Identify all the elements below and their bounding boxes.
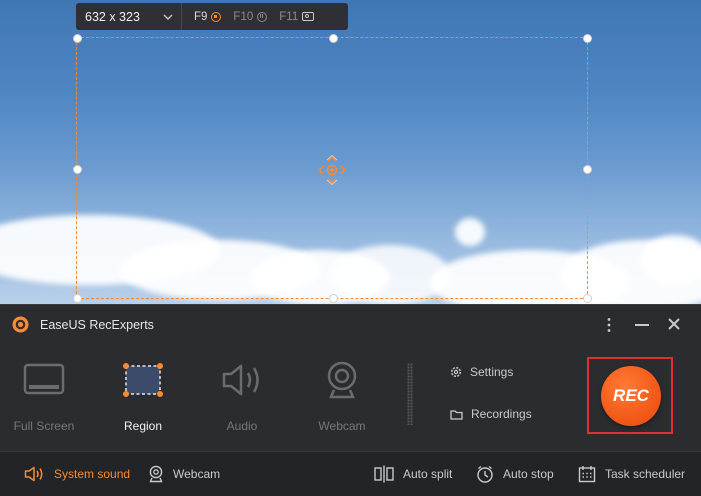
region-select-icon (123, 363, 163, 397)
close-icon[interactable] (668, 318, 680, 330)
auto-split-button[interactable]: Auto split (374, 452, 452, 496)
hotkey-label: F11 (279, 10, 299, 23)
settings-link[interactable]: Settings (450, 365, 513, 379)
panel-divider (407, 363, 413, 425)
rec-highlight-frame: REC (587, 357, 673, 434)
screenshot-hotkey[interactable]: F11 (279, 10, 315, 23)
settings-label: Settings (470, 365, 514, 379)
recorder-panel: EaseUS RecExperts Full Screen Region Aud… (0, 304, 701, 452)
mode-label: Full Screen (13, 419, 75, 433)
resize-handle-bottom[interactable] (329, 294, 338, 303)
rec-label: REC (613, 386, 649, 405)
mode-audio[interactable]: Audio (202, 357, 282, 433)
hotkey-label: F10 (233, 10, 254, 23)
mode-label: Audio (226, 419, 258, 433)
mode-webcam[interactable]: Webcam (302, 357, 382, 433)
resize-handle-left[interactable] (73, 165, 82, 174)
system-sound-label: System sound (54, 467, 131, 481)
recordings-label: Recordings (471, 407, 532, 421)
bottom-toolbar: System sound Webcam Auto split Auto stop (0, 451, 701, 496)
webcam-toggle[interactable]: Webcam (148, 452, 220, 496)
more-options-icon[interactable] (606, 317, 612, 333)
auto-split-label: Auto split (403, 467, 453, 481)
resize-handle-bottom-right[interactable] (583, 294, 592, 303)
move-region-icon[interactable] (315, 153, 349, 187)
pause-hotkey[interactable]: F10 (233, 10, 268, 23)
auto-stop-button[interactable]: Auto stop (476, 452, 554, 496)
screenshot-icon (302, 12, 315, 21)
region-size-dropdown[interactable]: 632 x 323 (76, 3, 182, 30)
resize-handle-right[interactable] (583, 165, 592, 174)
region-size-value: 632 x 323 (85, 9, 140, 24)
auto-stop-label: Auto stop (503, 467, 554, 481)
system-sound-toggle[interactable]: System sound (24, 452, 130, 496)
mode-label: Webcam (318, 419, 366, 433)
app-title: EaseUS RecExperts (40, 318, 154, 332)
mode-label: Region (123, 419, 163, 433)
webcam-icon (149, 465, 163, 483)
stop-record-icon (211, 11, 222, 22)
task-scheduler-label: Task scheduler (605, 467, 686, 481)
gear-icon (450, 366, 462, 378)
speaker-icon (24, 466, 43, 482)
recordings-link[interactable]: Recordings (450, 407, 532, 421)
resize-handle-top-left[interactable] (73, 34, 82, 43)
mode-full-screen[interactable]: Full Screen (4, 357, 84, 433)
split-icon (374, 465, 394, 483)
speaker-icon (222, 364, 259, 396)
chevron-down-icon (163, 14, 173, 20)
webcam-icon (327, 361, 357, 399)
monitor-icon (23, 363, 65, 395)
timer-icon (477, 465, 493, 483)
resize-handle-bottom-left[interactable] (73, 294, 82, 303)
resize-handle-top-right[interactable] (583, 34, 592, 43)
hotkey-toolbar: 632 x 323 F9 F10 F11 (76, 3, 348, 30)
calendar-icon (578, 466, 596, 483)
pause-icon (257, 11, 268, 22)
resize-handle-top[interactable] (329, 34, 338, 43)
minimize-icon[interactable] (635, 324, 649, 327)
folder-icon (450, 409, 463, 420)
hotkey-label: F9 (194, 10, 208, 23)
webcam-label: Webcam (173, 467, 221, 481)
app-logo-icon (12, 316, 29, 333)
rec-button[interactable]: REC (601, 366, 661, 426)
mode-region[interactable]: Region (103, 357, 183, 433)
task-scheduler-button[interactable]: Task scheduler (578, 452, 685, 496)
stop-record-hotkey[interactable]: F9 (194, 10, 222, 23)
